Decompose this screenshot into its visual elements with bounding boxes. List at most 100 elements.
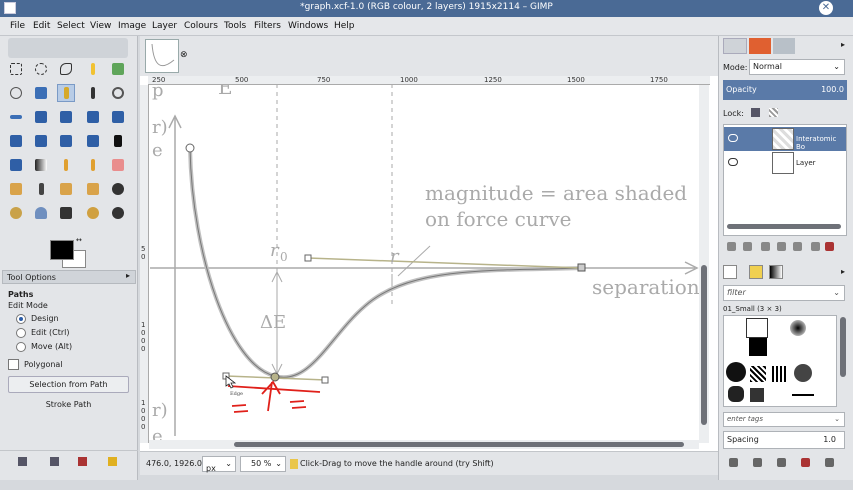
text-tool-alt-icon[interactable] (57, 204, 75, 222)
brush-filter-input[interactable]: filter ⌄ (723, 285, 845, 301)
rotate-tool-icon[interactable] (109, 108, 127, 126)
swap-colors-icon[interactable]: ↔ (76, 236, 84, 244)
menu-layer[interactable]: Layer (152, 21, 177, 31)
brush-item[interactable] (792, 394, 814, 396)
foreground-color-swatch[interactable] (50, 240, 74, 260)
menu-windows[interactable]: Windows (288, 21, 328, 31)
menu-image[interactable]: Image (118, 21, 146, 31)
brushes-scrollbar[interactable] (840, 315, 846, 407)
zoom-tool-icon[interactable] (109, 84, 127, 102)
patterns-tab-icon[interactable] (749, 265, 763, 279)
vertical-ruler[interactable]: 5 0 1 0 0 0 1 0 0 0 (140, 85, 149, 443)
brush-item[interactable] (750, 366, 766, 382)
brushes-menu-icon[interactable]: ▸ (841, 267, 845, 276)
close-image-tab-icon[interactable]: ⊗ (180, 50, 188, 60)
bucket-fill-tool-icon[interactable] (7, 156, 25, 174)
duplicate-brush-icon[interactable] (777, 458, 786, 467)
airbrush-tool-icon[interactable] (7, 180, 25, 198)
opacity-slider[interactable]: Opacity 100.0 (723, 80, 847, 100)
brush-item[interactable] (790, 320, 806, 336)
paintbrush-tool-icon[interactable] (84, 156, 102, 174)
menu-filters[interactable]: Filters (254, 21, 281, 31)
visibility-eye-icon[interactable] (728, 158, 738, 166)
align-tool-icon[interactable] (57, 108, 75, 126)
lock-alpha-icon[interactable] (769, 108, 778, 117)
delete-brush-icon[interactable] (801, 458, 810, 467)
brush-item[interactable] (750, 388, 764, 402)
restore-options-icon[interactable] (50, 457, 59, 466)
layer-row[interactable]: Interatomic Bo (724, 127, 846, 151)
mode-design-radio[interactable] (16, 314, 26, 324)
duplicate-layer-icon[interactable] (793, 242, 802, 251)
rect-select-tool-icon[interactable] (7, 60, 25, 78)
lower-layer-icon[interactable] (777, 242, 786, 251)
brush-item[interactable] (728, 386, 744, 402)
menu-select[interactable]: Select (57, 21, 85, 31)
selection-from-path-button[interactable]: Selection from Path (8, 376, 129, 393)
new-layer-icon[interactable] (743, 242, 752, 251)
fuzzy-select-tool-icon[interactable] (84, 60, 102, 78)
blur-tool-icon[interactable] (32, 204, 50, 222)
close-window-button[interactable]: ✕ (819, 1, 833, 15)
dock-menu-icon[interactable]: ▸ (841, 40, 845, 49)
menu-edit[interactable]: Edit (33, 21, 50, 31)
anchor-layer-icon[interactable] (811, 242, 820, 251)
flip-tool-icon[interactable] (84, 132, 102, 150)
menu-tools[interactable]: Tools (224, 21, 246, 31)
visibility-eye-icon[interactable] (728, 134, 738, 142)
vertical-scrollbar[interactable] (699, 85, 709, 443)
dodge-burn-tool-icon[interactable] (7, 204, 25, 222)
crop-tool-icon[interactable] (84, 108, 102, 126)
menu-colours[interactable]: Colours (184, 21, 218, 31)
brush-item[interactable] (772, 366, 788, 382)
reset-options-icon[interactable] (108, 457, 117, 466)
horizontal-ruler[interactable]: 250 500 750 1000 1250 1500 1750 (148, 76, 710, 85)
menu-file[interactable]: File (10, 21, 25, 31)
paths-tab-icon[interactable] (773, 38, 795, 54)
smudge-tool-icon[interactable] (109, 180, 127, 198)
delete-layer-icon[interactable] (825, 242, 834, 251)
eraser-tool-icon[interactable] (109, 156, 127, 174)
edit-brush-icon[interactable] (729, 458, 738, 467)
foreground-select-tool-icon[interactable] (32, 84, 50, 102)
brushes-scroll-thumb[interactable] (840, 317, 846, 377)
ellipse-select-tool-icon[interactable] (32, 60, 50, 78)
brush-item-selected[interactable] (746, 318, 768, 338)
text-tool-icon[interactable] (109, 132, 127, 150)
unit-select[interactable]: px ⌄ (202, 456, 236, 473)
cage-tool-icon[interactable] (84, 204, 102, 222)
refresh-brushes-icon[interactable] (825, 458, 834, 467)
free-select-tool-icon[interactable] (57, 60, 75, 78)
select-by-color-tool-icon[interactable] (109, 60, 127, 78)
measure-tool-icon[interactable] (7, 108, 25, 126)
brush-item[interactable] (794, 364, 812, 382)
tab-menu-icon[interactable]: ▸ (126, 271, 130, 280)
brush-item[interactable] (726, 362, 746, 382)
tool-options-tab[interactable]: Tool Options ▸ (2, 270, 136, 284)
horizontal-scroll-thumb[interactable] (234, 442, 684, 447)
move-tool-icon[interactable] (32, 108, 50, 126)
brushes-grid[interactable] (723, 315, 837, 407)
blend-tool-icon[interactable] (32, 156, 50, 174)
delete-options-icon[interactable] (78, 457, 87, 466)
new-brush-icon[interactable] (753, 458, 762, 467)
image-canvas[interactable]: r 0 r ΔE separation magnitude = area sha… (140, 76, 718, 451)
layer-row[interactable]: Layer (724, 151, 846, 175)
paths-tool-icon[interactable] (57, 84, 75, 102)
image-thumbnail[interactable] (145, 39, 179, 73)
channels-tab-icon[interactable] (749, 38, 771, 54)
shear-tool-icon[interactable] (32, 132, 50, 150)
scissors-tool-icon[interactable] (7, 84, 25, 102)
mode-move-radio[interactable] (16, 342, 26, 352)
new-layer-group-icon[interactable] (727, 242, 736, 251)
heal-tool-icon[interactable] (84, 180, 102, 198)
brush-tags-input[interactable]: enter tags ⌄ (723, 412, 845, 427)
gradients-tab-icon[interactable] (769, 265, 783, 279)
zoom-select[interactable]: 50 % ⌄ (240, 456, 286, 472)
brush-spacing-slider[interactable]: Spacing 1.0 (723, 431, 845, 449)
color-picker-tool-icon[interactable] (84, 84, 102, 102)
layer-mode-select[interactable]: Normal ⌄ (749, 59, 845, 75)
warp-tool-icon[interactable] (109, 204, 127, 222)
raise-layer-icon[interactable] (761, 242, 770, 251)
horizontal-scrollbar[interactable] (149, 440, 699, 449)
